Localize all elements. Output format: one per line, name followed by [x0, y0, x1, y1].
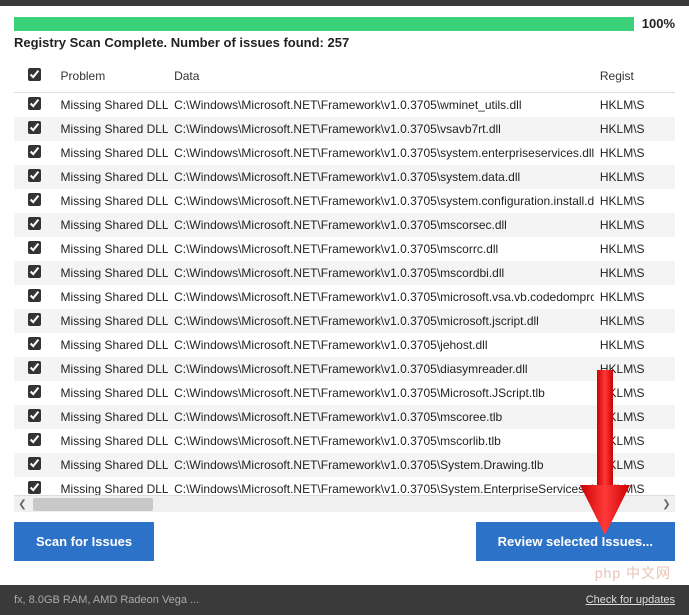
- row-problem: Missing Shared DLL: [55, 333, 169, 357]
- row-checkbox[interactable]: [28, 433, 41, 446]
- table-row[interactable]: Missing Shared DLLC:\Windows\Microsoft.N…: [14, 261, 675, 285]
- row-data: C:\Windows\Microsoft.NET\Framework\v1.0.…: [168, 237, 594, 261]
- row-problem: Missing Shared DLL: [55, 357, 169, 381]
- row-data: C:\Windows\Microsoft.NET\Framework\v1.0.…: [168, 189, 594, 213]
- scrollbar-thumb[interactable]: [33, 498, 153, 511]
- row-checkbox[interactable]: [28, 289, 41, 302]
- row-data: C:\Windows\Microsoft.NET\Framework\v1.0.…: [168, 93, 594, 118]
- row-registry: HKLM\S: [594, 429, 675, 453]
- row-problem: Missing Shared DLL: [55, 381, 169, 405]
- table-row[interactable]: Missing Shared DLLC:\Windows\Microsoft.N…: [14, 333, 675, 357]
- table-row[interactable]: Missing Shared DLLC:\Windows\Microsoft.N…: [14, 165, 675, 189]
- col-header-problem[interactable]: Problem: [55, 60, 169, 93]
- row-checkbox[interactable]: [28, 337, 41, 350]
- status-bar: fx, 8.0GB RAM, AMD Radeon Vega ... Check…: [0, 585, 689, 615]
- check-updates-link[interactable]: Check for updates: [586, 594, 675, 606]
- row-problem: Missing Shared DLL: [55, 141, 169, 165]
- table-row[interactable]: Missing Shared DLLC:\Windows\Microsoft.N…: [14, 189, 675, 213]
- table-row[interactable]: Missing Shared DLLC:\Windows\Microsoft.N…: [14, 381, 675, 405]
- row-problem: Missing Shared DLL: [55, 237, 169, 261]
- row-data: C:\Windows\Microsoft.NET\Framework\v1.0.…: [168, 453, 594, 477]
- row-registry: HKLM\S: [594, 285, 675, 309]
- row-problem: Missing Shared DLL: [55, 261, 169, 285]
- row-checkbox[interactable]: [28, 169, 41, 182]
- row-data: C:\Windows\Microsoft.NET\Framework\v1.0.…: [168, 285, 594, 309]
- row-registry: HKLM\S: [594, 213, 675, 237]
- row-registry: HKLM\S: [594, 357, 675, 381]
- row-problem: Missing Shared DLL: [55, 189, 169, 213]
- row-data: C:\Windows\Microsoft.NET\Framework\v1.0.…: [168, 333, 594, 357]
- table-row[interactable]: Missing Shared DLLC:\Windows\Microsoft.N…: [14, 117, 675, 141]
- row-checkbox[interactable]: [28, 457, 41, 470]
- scroll-right-arrow-icon[interactable]: ❯: [658, 496, 675, 513]
- row-data: C:\Windows\Microsoft.NET\Framework\v1.0.…: [168, 117, 594, 141]
- table-row[interactable]: Missing Shared DLLC:\Windows\Microsoft.N…: [14, 237, 675, 261]
- row-checkbox[interactable]: [28, 217, 41, 230]
- row-registry: HKLM\S: [594, 453, 675, 477]
- row-checkbox[interactable]: [28, 97, 41, 110]
- row-data: C:\Windows\Microsoft.NET\Framework\v1.0.…: [168, 165, 594, 189]
- issues-table: Problem Data Regist Missing Shared DLLC:…: [14, 60, 675, 512]
- table-row[interactable]: Missing Shared DLLC:\Windows\Microsoft.N…: [14, 357, 675, 381]
- select-all-checkbox[interactable]: [28, 68, 41, 81]
- row-checkbox[interactable]: [28, 385, 41, 398]
- table-row[interactable]: Missing Shared DLLC:\Windows\Microsoft.N…: [14, 429, 675, 453]
- table-row[interactable]: Missing Shared DLLC:\Windows\Microsoft.N…: [14, 309, 675, 333]
- row-checkbox[interactable]: [28, 121, 41, 134]
- scan-status-text: Registry Scan Complete. Number of issues…: [14, 35, 675, 50]
- row-problem: Missing Shared DLL: [55, 117, 169, 141]
- row-checkbox[interactable]: [28, 481, 41, 494]
- row-data: C:\Windows\Microsoft.NET\Framework\v1.0.…: [168, 357, 594, 381]
- row-registry: HKLM\S: [594, 261, 675, 285]
- table-row[interactable]: Missing Shared DLLC:\Windows\Microsoft.N…: [14, 285, 675, 309]
- row-problem: Missing Shared DLL: [55, 429, 169, 453]
- row-problem: Missing Shared DLL: [55, 405, 169, 429]
- scroll-left-arrow-icon[interactable]: ❮: [14, 496, 31, 513]
- row-registry: HKLM\S: [594, 93, 675, 118]
- row-data: C:\Windows\Microsoft.NET\Framework\v1.0.…: [168, 309, 594, 333]
- row-data: C:\Windows\Microsoft.NET\Framework\v1.0.…: [168, 213, 594, 237]
- table-row[interactable]: Missing Shared DLLC:\Windows\Microsoft.N…: [14, 405, 675, 429]
- row-checkbox[interactable]: [28, 313, 41, 326]
- row-registry: HKLM\S: [594, 309, 675, 333]
- row-problem: Missing Shared DLL: [55, 165, 169, 189]
- row-data: C:\Windows\Microsoft.NET\Framework\v1.0.…: [168, 261, 594, 285]
- table-row[interactable]: Missing Shared DLLC:\Windows\Microsoft.N…: [14, 213, 675, 237]
- row-checkbox[interactable]: [28, 361, 41, 374]
- row-checkbox[interactable]: [28, 193, 41, 206]
- row-registry: HKLM\S: [594, 405, 675, 429]
- row-problem: Missing Shared DLL: [55, 453, 169, 477]
- row-problem: Missing Shared DLL: [55, 93, 169, 118]
- row-data: C:\Windows\Microsoft.NET\Framework\v1.0.…: [168, 429, 594, 453]
- col-header-data[interactable]: Data: [168, 60, 594, 93]
- row-problem: Missing Shared DLL: [55, 309, 169, 333]
- row-checkbox[interactable]: [28, 241, 41, 254]
- row-registry: HKLM\S: [594, 381, 675, 405]
- scan-progress-percent: 100%: [642, 16, 675, 31]
- row-registry: HKLM\S: [594, 189, 675, 213]
- row-data: C:\Windows\Microsoft.NET\Framework\v1.0.…: [168, 405, 594, 429]
- table-row[interactable]: Missing Shared DLLC:\Windows\Microsoft.N…: [14, 453, 675, 477]
- row-problem: Missing Shared DLL: [55, 285, 169, 309]
- system-info-text: fx, 8.0GB RAM, AMD Radeon Vega ...: [14, 594, 199, 606]
- row-problem: Missing Shared DLL: [55, 213, 169, 237]
- row-data: C:\Windows\Microsoft.NET\Framework\v1.0.…: [168, 381, 594, 405]
- table-row[interactable]: Missing Shared DLLC:\Windows\Microsoft.N…: [14, 141, 675, 165]
- row-registry: HKLM\S: [594, 165, 675, 189]
- col-header-registry[interactable]: Regist: [594, 60, 675, 93]
- row-registry: HKLM\S: [594, 117, 675, 141]
- scan-progress-bar: [14, 17, 634, 31]
- row-checkbox[interactable]: [28, 145, 41, 158]
- row-registry: HKLM\S: [594, 141, 675, 165]
- row-data: C:\Windows\Microsoft.NET\Framework\v1.0.…: [168, 141, 594, 165]
- row-checkbox[interactable]: [28, 265, 41, 278]
- scan-for-issues-button[interactable]: Scan for Issues: [14, 522, 154, 561]
- review-selected-issues-button[interactable]: Review selected Issues...: [476, 522, 675, 561]
- horizontal-scrollbar[interactable]: ❮ ❯: [14, 495, 675, 512]
- row-registry: HKLM\S: [594, 237, 675, 261]
- table-row[interactable]: Missing Shared DLLC:\Windows\Microsoft.N…: [14, 93, 675, 118]
- row-checkbox[interactable]: [28, 409, 41, 422]
- row-registry: HKLM\S: [594, 333, 675, 357]
